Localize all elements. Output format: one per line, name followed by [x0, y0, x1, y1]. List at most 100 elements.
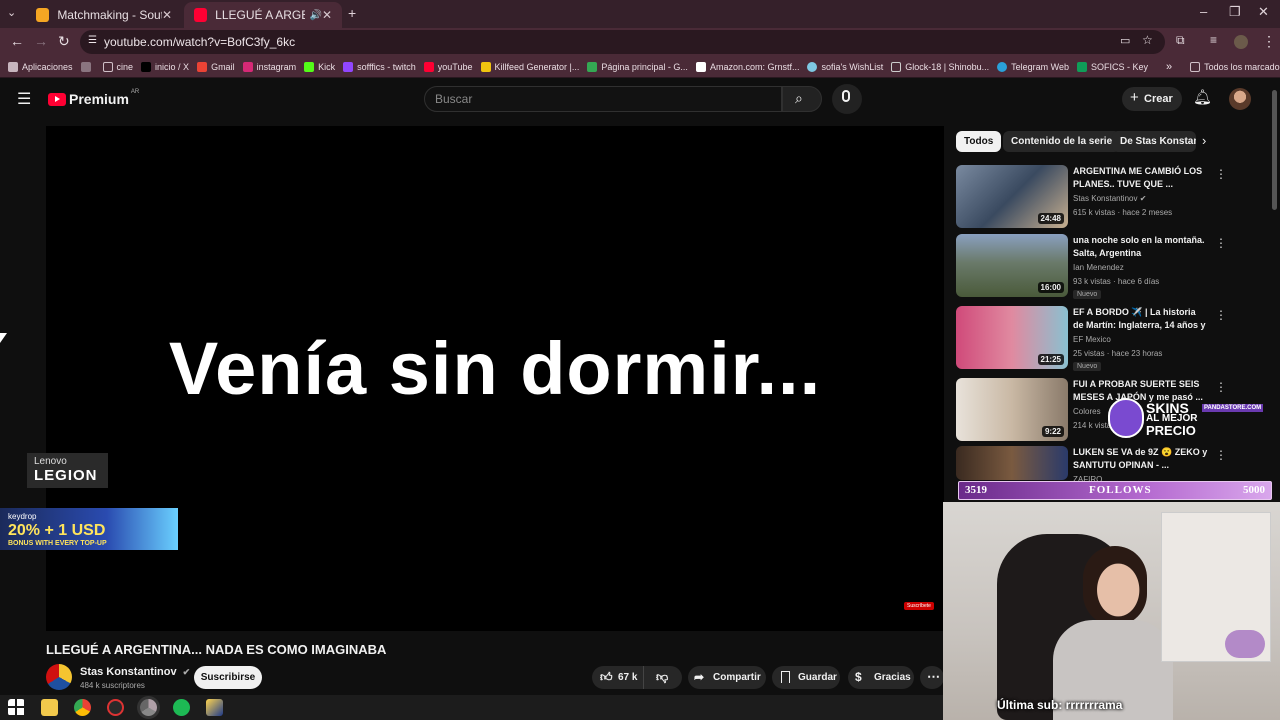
spotify-icon[interactable] [173, 699, 190, 716]
windows-start-icon[interactable] [8, 699, 25, 716]
browser-tab-strip: ⌄ Matchmaking - South America ✕ LLEGUÉ A… [0, 0, 1280, 28]
more-actions-button[interactable]: ⋯ [920, 666, 944, 689]
more-bookmarks-icon[interactable]: » [1166, 61, 1172, 73]
chrome-active-icon[interactable] [140, 699, 157, 716]
media-icon[interactable]: ≡ [1210, 33, 1217, 47]
sidebar-scrollbar[interactable] [1272, 90, 1277, 210]
bookmark-instagram[interactable]: instagram [242, 61, 296, 72]
video-player[interactable]: Venía sin dormir... Suscríbete [46, 126, 944, 631]
bookmark-amazon[interactable]: Amazon.com: Grnstf... [695, 61, 799, 72]
site-info-icon[interactable]: ☰ [88, 35, 97, 46]
bookmark-grid[interactable] [80, 61, 95, 72]
extensions-icon[interactable]: ⧉ [1176, 33, 1185, 48]
chrome-icon[interactable] [74, 699, 91, 716]
bookmark-wishlist[interactable]: sofia's WishList [807, 61, 883, 72]
region-code: AR [130, 89, 140, 95]
more-options-icon[interactable]: ⋮ [1215, 448, 1227, 462]
tab-search-icon[interactable]: ⌄ [7, 6, 16, 19]
dislike-button[interactable]: 👎︎ [644, 666, 682, 689]
close-icon[interactable]: ✕ [322, 8, 332, 22]
bookmark-glock[interactable]: Glock-18 | Shinobu... [891, 61, 989, 72]
profile-avatar[interactable] [1234, 35, 1248, 49]
mouse-cursor [0, 333, 7, 343]
minimize-button[interactable]: – [1200, 4, 1207, 19]
forward-button[interactable]: → [34, 33, 48, 49]
back-button[interactable]: ← [10, 33, 24, 49]
chip-all[interactable]: Todos [956, 131, 1002, 152]
account-avatar[interactable] [1229, 88, 1251, 110]
notifications-bell-icon[interactable]: 🔔︎ [1193, 88, 1212, 106]
app-icon[interactable] [107, 699, 124, 716]
more-options-icon[interactable]: ⋮ [1215, 167, 1227, 181]
video-title: EF A BORDO ✈️ | La historia de Martín: I… [1073, 307, 1206, 334]
chip-from-channel[interactable]: De Stas Konstan [1112, 131, 1196, 152]
follows-label: FOLLOWS [1089, 484, 1152, 496]
tab-title: LLEGUÉ A ARGENTINA... NA [215, 8, 306, 22]
notes-app-icon[interactable] [206, 699, 223, 716]
bookmark-telegram[interactable]: Telegram Web [997, 61, 1069, 72]
all-bookmarks[interactable]: Todos los marcadores [1190, 61, 1280, 72]
tab-youtube-video[interactable]: LLEGUÉ A ARGENTINA... NA 🔊 ✕ [184, 2, 342, 28]
file-explorer-icon[interactable] [41, 699, 58, 716]
search-input[interactable]: Buscar [424, 86, 782, 112]
list-item[interactable]: LUKEN SE VA de 9Z 😮 ZEKO y SANTUTU OPINA… [956, 446, 1227, 510]
bookmark-youtube[interactable]: youTube [423, 61, 473, 72]
save-button[interactable]: Guardar [772, 666, 840, 689]
window-close-button[interactable]: ✕ [1258, 4, 1269, 20]
bookmark-apps[interactable]: Aplicaciones [8, 61, 73, 72]
csgo-icon [36, 8, 50, 22]
more-options-icon[interactable]: ⋮ [1215, 380, 1227, 394]
chevron-right-icon[interactable]: › [1202, 133, 1206, 148]
cast-icon[interactable]: ▭ [1120, 34, 1130, 47]
close-icon[interactable]: ✕ [162, 8, 172, 22]
bookmark-google-drive[interactable]: Página principal - G... [587, 61, 688, 72]
list-item[interactable]: 24:48 ARGENTINA ME CAMBIÓ LOS PLANES.. T… [956, 165, 1227, 229]
share-label: Compartir [713, 672, 761, 683]
bookmark-twitch[interactable]: sofffics - twitch [343, 61, 416, 72]
video-meta: 615 k vistas · hace 2 meses [1073, 208, 1173, 217]
channel-name[interactable]: Stas Konstantinov ✔ [80, 666, 190, 678]
address-bar[interactable]: ☰ youtube.com/watch?v=BofC3fy_6kc ▭ ☆ [80, 30, 1165, 54]
bookmark-star-icon[interactable]: ☆ [1142, 33, 1153, 47]
bookmarks-bar: Aplicaciones cine inicio / X Gmail insta… [0, 56, 1280, 78]
more-options-icon[interactable]: ⋮ [1215, 236, 1227, 250]
thanks-button[interactable]: $ Gracias [848, 666, 914, 689]
share-button[interactable]: ➦ Compartir [688, 666, 766, 689]
subscribe-button[interactable]: Suscribirse [194, 666, 262, 689]
audio-icon[interactable]: 🔊 [309, 10, 321, 21]
hamburger-menu-icon[interactable]: ☰ [17, 89, 31, 109]
bookmark-killfeed[interactable]: Killfeed Generator |... [480, 61, 579, 72]
more-icon: ⋯ [927, 669, 940, 684]
restore-button[interactable]: ❐ [1229, 4, 1241, 20]
bookmark-kick[interactable]: Kick [304, 61, 335, 72]
like-button[interactable]: 👍︎ 67 k [592, 666, 644, 689]
menu-icon[interactable]: ⋮ [1262, 33, 1276, 50]
reload-button[interactable]: ↻ [58, 33, 70, 50]
more-options-icon[interactable]: ⋮ [1215, 308, 1227, 322]
save-label: Guardar [798, 672, 837, 683]
subscriber-count: 484 k suscriptores [80, 681, 145, 690]
video-thumbnail[interactable]: 16:00 [956, 234, 1068, 297]
channel-avatar[interactable] [46, 664, 72, 690]
video-thumbnail[interactable]: 21:25 [956, 306, 1068, 369]
duration-badge: 24:48 [1037, 213, 1064, 224]
lenovo-legion-logo: Lenovo LEGION [27, 453, 108, 488]
tab-matchmaking[interactable]: Matchmaking - South America ✕ [26, 2, 182, 28]
search-button[interactable]: ⌕ [782, 86, 822, 112]
create-button[interactable]: + Crear [1122, 87, 1182, 111]
new-tab-button[interactable]: + [348, 5, 356, 21]
chip-series[interactable]: Contenido de la serie [1003, 131, 1121, 152]
list-item[interactable]: 21:25 EF A BORDO ✈️ | La historia de Mar… [956, 306, 1227, 371]
video-thumbnail[interactable]: 24:48 [956, 165, 1068, 228]
voice-search-button[interactable] [832, 84, 862, 114]
video-thumbnail[interactable] [956, 446, 1068, 480]
list-item[interactable]: 16:00 una noche solo en la montaña. Salt… [956, 234, 1227, 299]
bookmark-sofics-key[interactable]: SOFICS - Key [1076, 61, 1148, 72]
bookmark-x[interactable]: inicio / X [141, 61, 189, 72]
subscribe-watermark[interactable]: Suscríbete [904, 602, 934, 610]
browser-toolbar: ← → ↻ ☰ youtube.com/watch?v=BofC3fy_6kc … [0, 28, 1280, 56]
bookmark-gmail[interactable]: Gmail [197, 61, 235, 72]
bookmark-cine[interactable]: cine [102, 61, 133, 72]
video-thumbnail[interactable]: 9:22 [956, 378, 1068, 441]
youtube-logo[interactable]: Premium AR [48, 89, 140, 107]
